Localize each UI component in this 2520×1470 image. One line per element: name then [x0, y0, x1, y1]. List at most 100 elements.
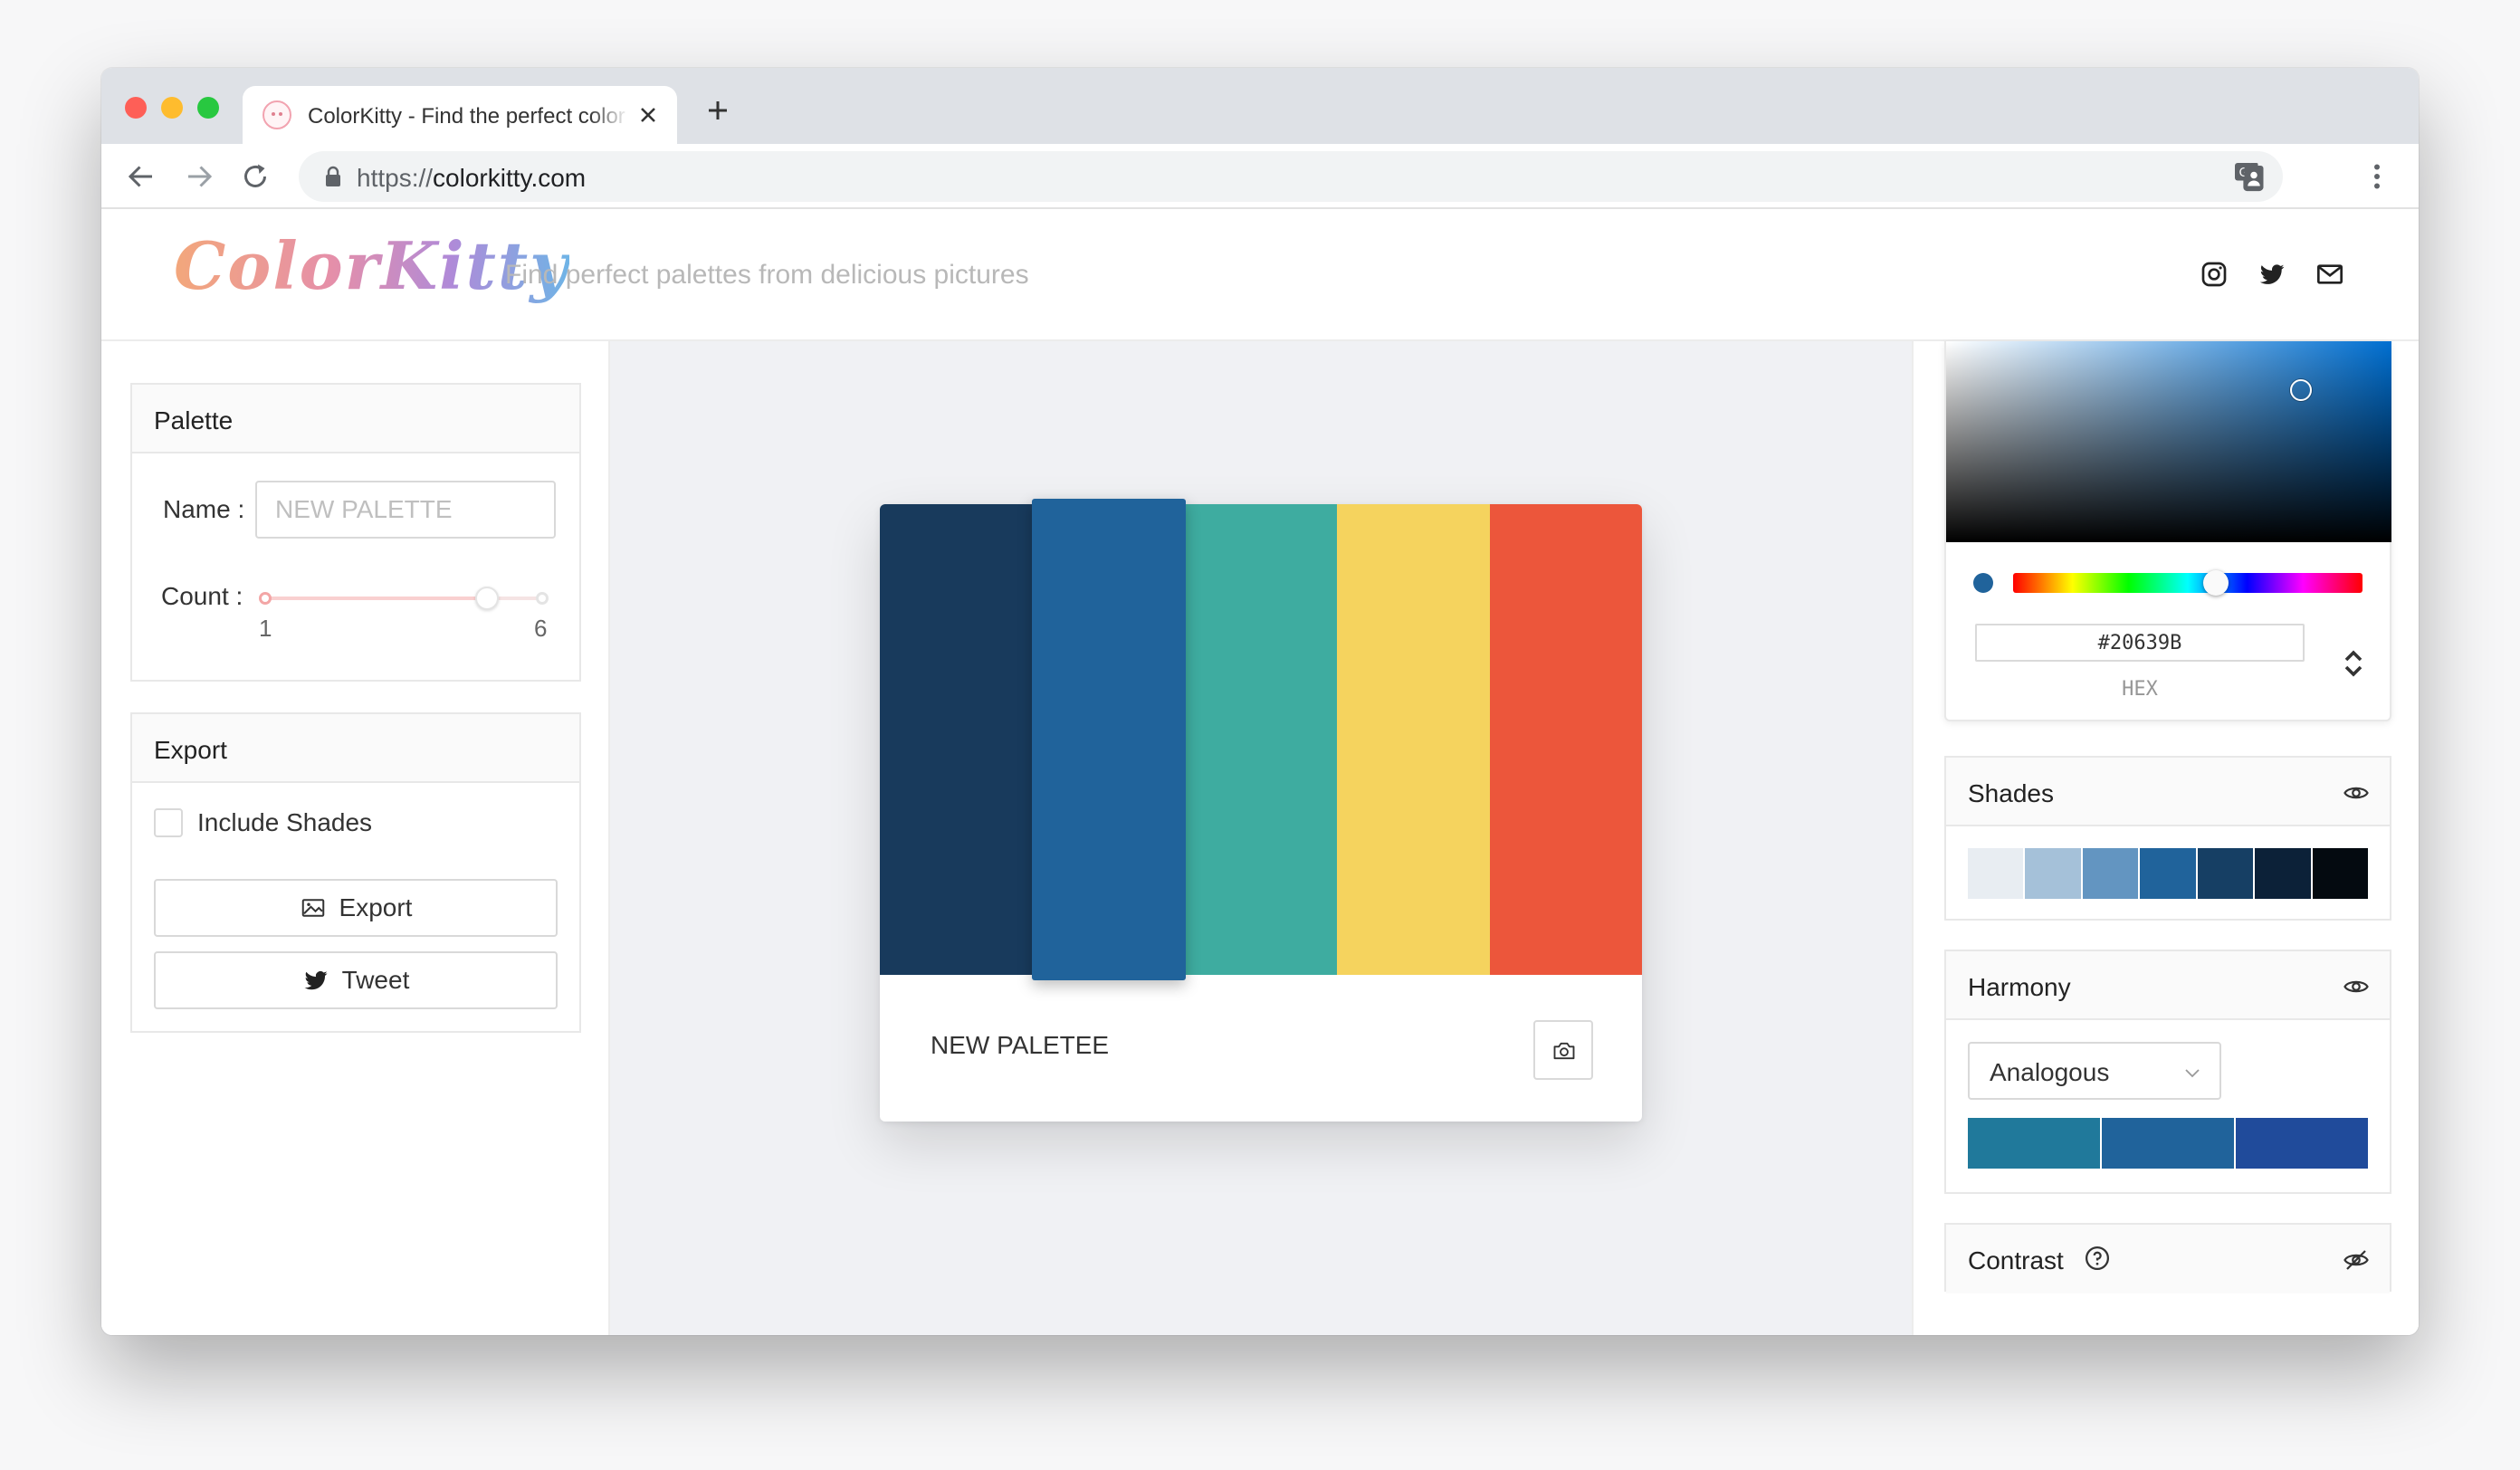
minimize-window-button[interactable] — [161, 97, 183, 119]
count-slider-max-dot — [536, 592, 549, 605]
count-slider-fill — [264, 597, 488, 600]
include-shades-checkbox[interactable] — [154, 808, 183, 837]
tagline: Find perfect palettes from delicious pic… — [505, 260, 1029, 290]
shades-card-header: Shades — [1946, 758, 2390, 826]
shade-swatch[interactable] — [2140, 848, 2196, 899]
eye-icon[interactable] — [2343, 779, 2370, 807]
include-shades-label: Include Shades — [197, 808, 373, 836]
name-label-text: Name — [163, 495, 231, 523]
palette-card-title: Palette — [154, 406, 234, 434]
site-header: ColorKitty Find perfect palettes from de… — [101, 209, 2419, 341]
name-label-colon: : — [230, 495, 245, 523]
name-label: Name : — [163, 495, 244, 524]
contrast-title: Contrast — [1968, 1246, 2064, 1274]
twitter-icon[interactable] — [2258, 260, 2286, 289]
chevron-down-icon — [2185, 1069, 2200, 1078]
export-button[interactable]: Export — [154, 879, 558, 937]
hue-slider-handle[interactable] — [2202, 570, 2229, 596]
palette-swatch[interactable] — [880, 504, 1034, 975]
reload-icon[interactable] — [239, 160, 272, 193]
new-tab-icon[interactable] — [704, 97, 731, 124]
browser-tab[interactable]: ColorKitty - Find the perfect color pale… — [243, 86, 677, 144]
camera-icon — [1553, 1042, 1575, 1060]
forward-arrow-icon[interactable] — [183, 160, 215, 193]
hex-label: HEX — [2122, 678, 2158, 701]
page: ColorKitty Find perfect palettes from de… — [101, 209, 2419, 1335]
browser-window: ColorKitty - Find the perfect color pale… — [101, 68, 2419, 1335]
maximize-window-button[interactable] — [197, 97, 219, 119]
kitty-favicon-icon — [262, 100, 291, 129]
harmony-mode-select[interactable]: Analogous — [1968, 1042, 2221, 1100]
harmony-card-header: Harmony — [1946, 951, 2390, 1020]
harmony-title: Harmony — [1968, 973, 2071, 1001]
tab-title: ColorKitty - Find the perfect color pale… — [308, 104, 628, 129]
export-card-header: Export — [132, 714, 579, 783]
shade-swatch[interactable] — [2312, 848, 2368, 899]
instagram-icon[interactable] — [2200, 260, 2229, 289]
content-area: Palette Name : Count : 1 6 E — [101, 341, 2419, 1335]
count-label-colon: : — [228, 582, 243, 610]
palette-settings-card: Palette Name : Count : 1 6 — [130, 383, 581, 682]
eye-icon[interactable] — [2343, 973, 2370, 1000]
shade-swatch[interactable] — [2197, 848, 2254, 899]
format-toggle-icon[interactable] — [2341, 645, 2366, 682]
hue-slider[interactable] — [2013, 573, 2362, 593]
export-button-label: Export — [339, 893, 413, 921]
shades-card: Shades — [1944, 756, 2391, 921]
palette-swatch[interactable] — [1184, 504, 1339, 975]
shade-swatch[interactable] — [2025, 848, 2081, 899]
help-icon[interactable] — [2084, 1245, 2111, 1272]
tweet-button-label: Tweet — [341, 966, 410, 994]
palette-name-input[interactable] — [255, 481, 556, 539]
browser-toolbar: https://colorkitty.com G文 — [101, 144, 2419, 209]
url-text: https://colorkitty.com — [357, 164, 586, 193]
saturation-area[interactable] — [1946, 341, 2391, 542]
color-picker: HEX — [1944, 341, 2391, 721]
export-card: Export Include Shades Export Tweet — [130, 712, 581, 1033]
count-min-label: 1 — [259, 615, 272, 642]
image-icon — [301, 899, 324, 917]
count-max-label: 6 — [534, 615, 548, 642]
left-sidebar: Palette Name : Count : 1 6 E — [101, 341, 610, 1335]
snapshot-button[interactable] — [1533, 1020, 1593, 1080]
palette-swatch[interactable] — [1489, 504, 1642, 975]
palette-swatch[interactable] — [1337, 504, 1491, 975]
export-card-title: Export — [154, 736, 227, 764]
mail-icon[interactable] — [2315, 260, 2344, 289]
count-label-text: Count — [161, 582, 229, 610]
count-slider-handle[interactable] — [475, 587, 500, 610]
palette-name[interactable]: NEW PALETEE — [931, 1031, 1109, 1060]
palette-swatches — [880, 499, 1642, 980]
address-bar[interactable]: https://colorkitty.com G文 — [299, 151, 2283, 202]
shade-swatch[interactable] — [2082, 848, 2139, 899]
tab-strip: ColorKitty - Find the perfect color pale… — [101, 68, 2419, 144]
shade-swatch[interactable] — [1968, 848, 2024, 899]
back-arrow-icon[interactable] — [125, 160, 158, 193]
harmony-body: Analogous — [1946, 1020, 2390, 1194]
contrast-card-header: Contrast — [1946, 1225, 2390, 1293]
close-icon[interactable] — [635, 102, 661, 128]
more-menu-icon[interactable] — [2361, 160, 2393, 193]
clipboard-extension-icon[interactable] — [2238, 160, 2270, 193]
count-slider-min-dot — [259, 592, 272, 605]
tweet-button[interactable]: Tweet — [154, 951, 558, 1009]
lock-icon — [326, 166, 340, 186]
palette-swatch[interactable] — [1032, 499, 1186, 980]
harmony-card: Harmony Analogous — [1944, 950, 2391, 1194]
eye-off-icon[interactable] — [2343, 1246, 2370, 1274]
shade-swatch[interactable] — [2255, 848, 2311, 899]
contrast-card: Contrast — [1944, 1223, 2391, 1293]
harmony-swatch[interactable] — [2236, 1118, 2368, 1169]
shades-title: Shades — [1968, 779, 2054, 807]
close-window-button[interactable] — [125, 97, 147, 119]
hex-input[interactable] — [1975, 624, 2305, 662]
current-color-dot — [1973, 573, 1993, 593]
url-host: colorkitty.com — [433, 164, 587, 192]
saturation-cursor[interactable] — [2290, 379, 2312, 401]
count-slider[interactable] — [264, 597, 543, 600]
harmony-swatch[interactable] — [1968, 1118, 2100, 1169]
count-label: Count : — [161, 582, 243, 611]
harmony-swatch[interactable] — [2102, 1118, 2234, 1169]
palette-preview-card: NEW PALETEE — [880, 499, 1642, 1122]
url-scheme: https:// — [357, 164, 434, 192]
